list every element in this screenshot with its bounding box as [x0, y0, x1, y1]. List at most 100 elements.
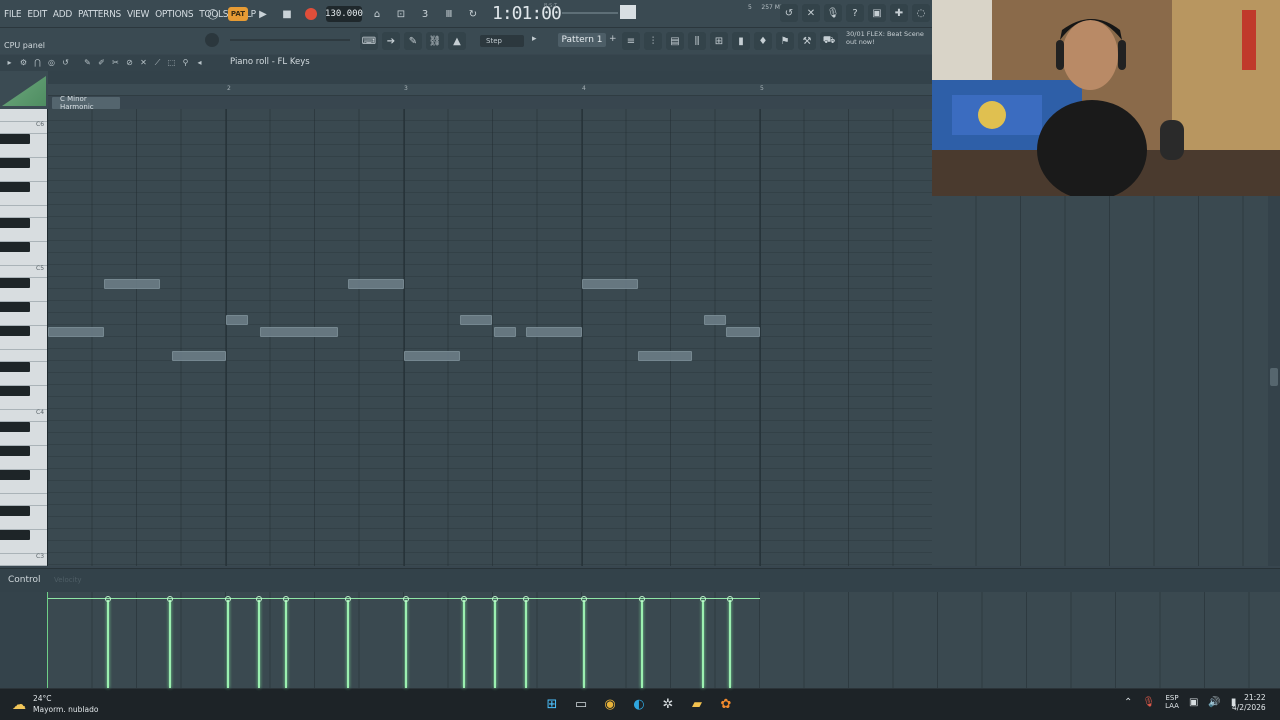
stamp-icon[interactable]: ▲	[448, 32, 466, 50]
metronome-icon[interactable]: ⌂	[368, 5, 386, 23]
pattern-prev-icon[interactable]: ▸	[532, 34, 537, 44]
note-overview-strip[interactable]	[48, 71, 932, 84]
note[interactable]	[460, 315, 492, 325]
edge-icon[interactable]: ◐	[629, 694, 649, 714]
piano-roll-title[interactable]: Piano roll - FL Keys	[230, 57, 310, 67]
note[interactable]	[582, 279, 638, 289]
black-key[interactable]	[0, 158, 30, 168]
note-grid[interactable]	[48, 109, 932, 566]
task-view-icon[interactable]: ▭	[571, 694, 591, 714]
velocity-handle[interactable]	[225, 596, 231, 602]
note[interactable]	[104, 279, 160, 289]
black-key[interactable]	[0, 506, 30, 516]
pencil-icon[interactable]: ✎	[82, 57, 93, 68]
browser-icon[interactable]: ⊞	[710, 32, 728, 50]
touch-controller-icon[interactable]: ♦	[754, 32, 772, 50]
record-button[interactable]	[302, 5, 320, 23]
draw-tool-icon[interactable]: ✎	[404, 32, 422, 50]
wait-input-icon[interactable]: ⊡	[392, 5, 410, 23]
timeline-ruler[interactable]: 2 3 4 5	[48, 84, 932, 96]
control-selector[interactable]: Control	[8, 575, 41, 585]
mixer-view-icon[interactable]: ⫼	[688, 32, 706, 50]
save-icon[interactable]: ▣	[868, 4, 886, 22]
velocity-handle[interactable]	[345, 596, 351, 602]
velocity-stem[interactable]	[107, 600, 109, 688]
weather-cloud-icon[interactable]: ☁	[12, 697, 26, 713]
slip-tool-icon[interactable]: ✕	[138, 57, 149, 68]
black-key[interactable]	[0, 422, 30, 432]
velocity-stem[interactable]	[285, 600, 287, 688]
openai-icon[interactable]: ✲	[658, 694, 678, 714]
black-key[interactable]	[0, 386, 30, 396]
taskbar-clock[interactable]: 21:22 4/2/2026	[1232, 693, 1266, 713]
language-indicator[interactable]: ESP LAA	[1165, 694, 1179, 710]
chrome-icon[interactable]: ◉	[600, 694, 620, 714]
microphone-tray-icon[interactable]: 🎙	[1142, 697, 1155, 708]
snap-arrow-icon[interactable]: ➔	[382, 32, 400, 50]
velocity-stem[interactable]	[227, 600, 229, 688]
velocity-handle[interactable]	[461, 596, 467, 602]
weather-description[interactable]: Mayorm. nublado	[33, 705, 98, 714]
tool-wrench-icon[interactable]: ⚙	[18, 57, 29, 68]
velocity-stem[interactable]	[347, 600, 349, 688]
black-key[interactable]	[0, 326, 30, 336]
channel-rack-icon[interactable]: ▤	[666, 32, 684, 50]
delete-tool-icon[interactable]: ✂	[110, 57, 121, 68]
note[interactable]	[172, 351, 226, 361]
weather-temperature[interactable]: 24°C	[33, 694, 52, 703]
note[interactable]	[404, 351, 460, 361]
note[interactable]	[348, 279, 404, 289]
menu-view[interactable]: VIEW	[127, 9, 149, 20]
slice-tool-icon[interactable]: ⟋	[152, 57, 163, 68]
microphone-icon[interactable]: 🎙	[824, 4, 842, 22]
velocity-handle[interactable]	[523, 596, 529, 602]
pattern-add-icon[interactable]: +	[609, 34, 617, 44]
volume-icon[interactable]: 🔊	[1208, 697, 1220, 708]
mute-tool-icon[interactable]: ⊘	[124, 57, 135, 68]
step-edit-icon[interactable]: Ⅲ	[440, 5, 458, 23]
tempo-tapper-icon[interactable]: ⚒	[798, 32, 816, 50]
tempo-display[interactable]: 130.000	[325, 6, 363, 22]
shop-icon[interactable]: ⛟	[820, 32, 838, 50]
windows-start-icon[interactable]: ⊞	[542, 694, 562, 714]
pitch-knob-icon[interactable]	[205, 33, 219, 47]
undo-history-icon[interactable]: ↺	[780, 4, 798, 22]
velocity-handle[interactable]	[581, 596, 587, 602]
play-record-icon[interactable]: ◎	[46, 57, 57, 68]
loop-record-icon[interactable]: ↻	[464, 5, 482, 23]
note[interactable]	[48, 327, 104, 337]
black-key[interactable]	[0, 182, 30, 192]
note[interactable]	[526, 327, 582, 337]
plugin-icon[interactable]: ✚	[890, 4, 908, 22]
network-icon[interactable]: ▣	[1189, 697, 1198, 708]
velocity-stem[interactable]	[169, 600, 171, 688]
black-key[interactable]	[0, 530, 30, 540]
velocity-handle[interactable]	[639, 596, 645, 602]
mixer-icon[interactable]: ✕	[802, 4, 820, 22]
velocity-stem[interactable]	[405, 600, 407, 688]
select-tool-icon[interactable]: ⬚	[166, 57, 177, 68]
menu-add[interactable]: ADD	[53, 9, 72, 20]
velocity-stem[interactable]	[641, 600, 643, 688]
piano-roll-icon[interactable]: ⫶	[644, 32, 662, 50]
snap-mode-select[interactable]: Step	[480, 35, 524, 47]
zoom-tool-icon[interactable]: ⚲	[180, 57, 191, 68]
countdown-icon[interactable]: 3	[416, 5, 434, 23]
black-key[interactable]	[0, 446, 30, 456]
black-key[interactable]	[0, 302, 30, 312]
master-pitch-slider[interactable]	[230, 39, 350, 41]
velocity-stem[interactable]	[258, 600, 260, 688]
pattern-selector[interactable]: Pattern 1	[558, 33, 606, 47]
grid-extension[interactable]	[932, 196, 1280, 566]
typing-keyboard-icon[interactable]: ⌨	[360, 32, 378, 50]
black-key[interactable]	[0, 470, 30, 480]
velocity-stem[interactable]	[702, 600, 704, 688]
paint-brush-icon[interactable]: ✐	[96, 57, 107, 68]
black-key[interactable]	[0, 134, 30, 144]
velocity-handle[interactable]	[167, 596, 173, 602]
note[interactable]	[726, 327, 760, 337]
stop-icon[interactable]: ■	[278, 5, 296, 23]
black-key[interactable]	[0, 242, 30, 252]
velocity-lane[interactable]	[48, 592, 1280, 688]
plugin-picker-icon[interactable]: ▮	[732, 32, 750, 50]
